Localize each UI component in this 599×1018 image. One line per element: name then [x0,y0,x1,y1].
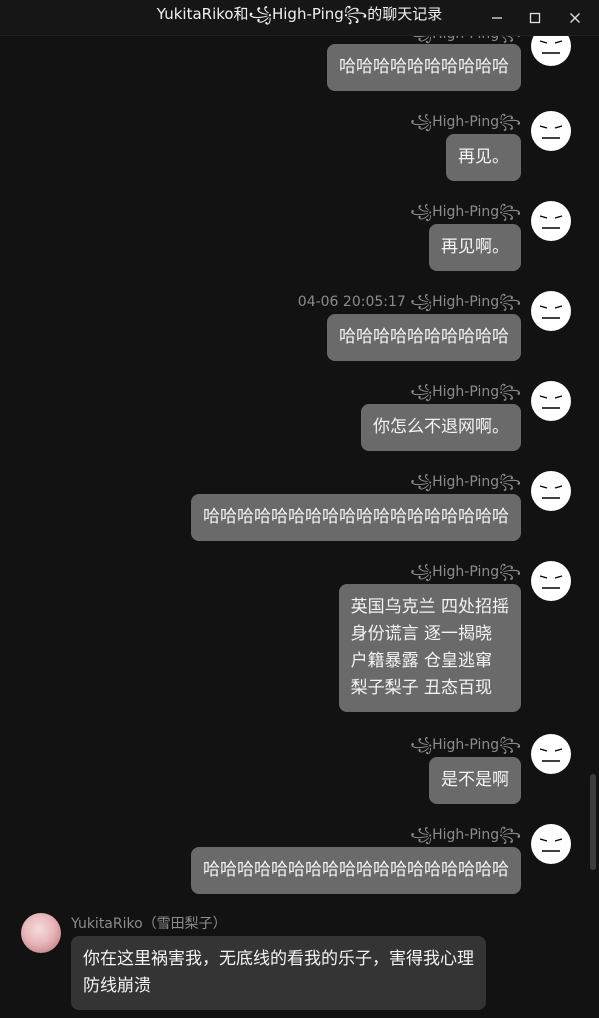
avatar[interactable] [531,291,571,331]
message-line: 英国乌克兰 四处招摇 [350,597,509,617]
avatar[interactable] [531,381,571,421]
avatar[interactable] [531,824,571,864]
message-bubble[interactable]: 英国乌克兰 四处招摇 身份谎言 逐一揭晓 户籍暴露 仓皇逃窜 梨子梨子 丑态百现 [338,584,521,712]
message-bubble[interactable]: 哈哈哈哈哈哈哈哈哈哈 [327,314,521,361]
maximize-icon[interactable] [515,0,555,36]
message-bubble[interactable]: 你在这里祸害我，无底线的看我的乐子，害得我心理防线崩溃 [71,936,486,1010]
sender-name: YukitaRiko（雪田梨子） [71,916,227,932]
avatar[interactable] [531,36,571,66]
neutral-face-icon [539,305,563,319]
avatar[interactable] [531,561,571,601]
avatar[interactable] [531,111,571,151]
message-line: 身份谎言 逐一揭晓 [350,624,492,644]
message-bubble[interactable]: 哈哈哈哈哈哈哈哈哈哈 [327,44,521,91]
close-icon[interactable] [555,0,595,36]
message-bubble[interactable]: 哈哈哈哈哈哈哈哈哈哈哈哈哈哈哈哈哈哈 [191,847,521,894]
message-timestamp: 04-06 20:05:17 [297,294,406,310]
avatar[interactable] [531,734,571,774]
message-bubble[interactable]: 是不是啊 [429,757,521,804]
message-bubble[interactable]: 哈哈哈哈哈哈哈哈哈哈哈哈哈哈哈哈哈哈 [191,494,521,541]
message-bubble[interactable]: 再见。 [446,134,521,181]
message-bubble[interactable]: 再见啊。 [429,224,521,271]
scrollbar-thumb[interactable] [590,774,596,870]
avatar[interactable] [531,471,571,511]
avatar[interactable] [531,201,571,241]
message-line: 梨子梨子 丑态百现 [350,678,492,698]
neutral-face-icon [539,125,563,139]
message-bubble[interactable]: 你怎么不退网啊。 [361,404,521,451]
neutral-face-icon [539,40,563,54]
neutral-face-icon [539,215,563,229]
chat-history[interactable]: ꧁High-Ping꧂ 哈哈哈哈哈哈哈哈哈哈 ꧁High-Ping꧂ 再见。 ꧁… [0,36,599,1018]
message-line: 户籍暴露 仓皇逃窜 [350,651,492,671]
sender-name: ꧁High-Ping꧂ [410,294,521,310]
neutral-face-icon [539,395,563,409]
title-bar: YukitaRiko和꧁High-Ping꧂的聊天记录 [0,0,599,36]
window-title: YukitaRiko和꧁High-Ping꧂的聊天记录 [156,5,443,23]
avatar[interactable] [21,913,61,953]
neutral-face-icon [539,485,563,499]
neutral-face-icon [539,748,563,762]
neutral-face-icon [539,575,563,589]
minimize-icon[interactable] [477,0,517,36]
neutral-face-icon [539,838,563,852]
